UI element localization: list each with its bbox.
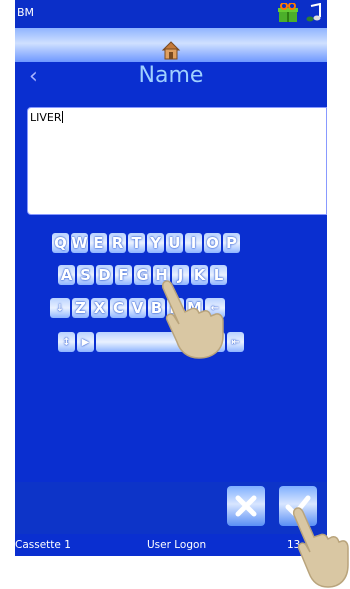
key-q[interactable]: Q	[52, 233, 69, 253]
text-caret	[61, 111, 63, 123]
key-w[interactable]: W	[71, 233, 88, 253]
key-i[interactable]: I	[185, 233, 202, 253]
key-z[interactable]: Z	[72, 298, 89, 318]
key-a[interactable]: A	[58, 265, 75, 285]
cassette-label: Cassette 1	[15, 539, 71, 551]
key-y[interactable]: Y	[147, 233, 164, 253]
key-c[interactable]: C	[110, 298, 127, 318]
key-d[interactable]: D	[96, 265, 113, 285]
key-x[interactable]: X	[91, 298, 108, 318]
home-band	[15, 28, 327, 62]
header-bar: ‹ Name	[15, 62, 327, 94]
key-t[interactable]: T	[128, 233, 145, 253]
status-bar: BM	[15, 0, 327, 28]
x-icon	[235, 495, 257, 517]
status-title: BM	[17, 6, 35, 19]
key-v[interactable]: V	[129, 298, 146, 318]
key-toggle-case[interactable]: ↕	[58, 332, 75, 352]
key-cursor-right[interactable]: ▶	[77, 332, 94, 352]
key-o[interactable]: O	[204, 233, 221, 253]
key-r[interactable]: R	[109, 233, 126, 253]
page-title: Name	[138, 63, 204, 88]
home-icon[interactable]	[161, 40, 181, 60]
keyboard-row-1: Q W E R T Y U I O P	[52, 233, 240, 253]
gift-icon	[278, 3, 298, 22]
key-s[interactable]: S	[77, 265, 94, 285]
pointing-hand-icon	[161, 280, 224, 359]
user-logon-label[interactable]: User Logon	[147, 539, 206, 551]
status-icons	[277, 3, 323, 23]
cancel-button[interactable]	[227, 486, 265, 526]
key-p[interactable]: P	[223, 233, 240, 253]
key-e[interactable]: E	[90, 233, 107, 253]
key-u[interactable]: U	[166, 233, 183, 253]
bottom-status-bar: Cassette 1 User Logon 13:40	[15, 534, 327, 556]
name-input[interactable]: LIVER	[27, 107, 327, 215]
key-g[interactable]: G	[134, 265, 151, 285]
music-note-icon	[306, 3, 321, 22]
key-shift-down[interactable]: ↓	[50, 298, 70, 318]
key-f[interactable]: F	[115, 265, 132, 285]
name-input-value: LIVER	[30, 111, 62, 124]
pointing-hand-icon-2	[292, 507, 349, 588]
